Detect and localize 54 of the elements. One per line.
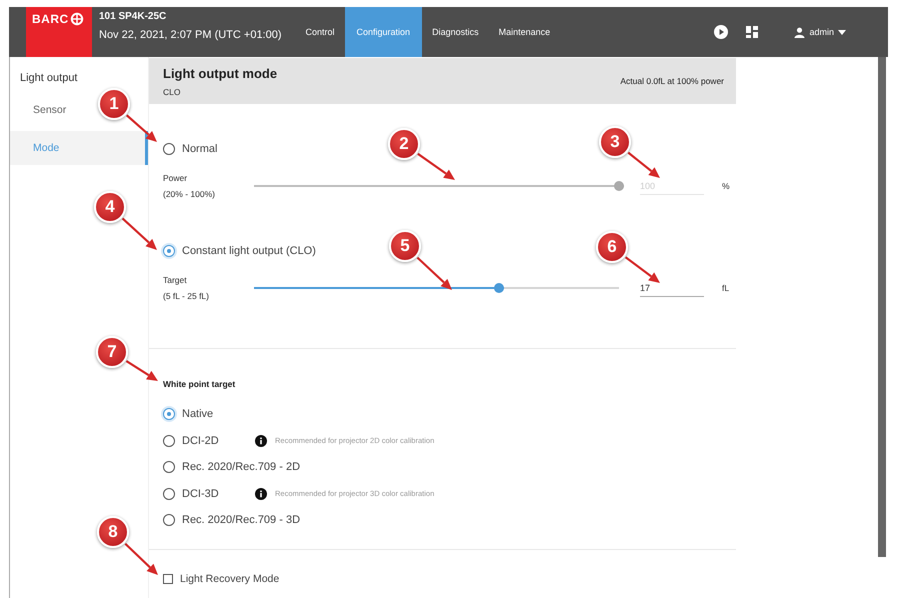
logo-icon — [70, 12, 84, 26]
status-text: Actual 0.0fL at 100% power — [620, 76, 724, 86]
date-time: Nov 22, 2021, 2:07 PM (UTC +01:00) — [99, 28, 282, 42]
caret-icon — [838, 30, 846, 34]
slider-label: Target — [163, 275, 188, 285]
light-recovery-checkbox[interactable]: Light Recovery Mode — [163, 573, 280, 585]
user-menu[interactable]: admin — [788, 26, 852, 38]
sidebar-item[interactable]: Sensor — [33, 93, 66, 127]
panel-title: Light output mode — [163, 66, 278, 80]
radio-button[interactable] — [163, 434, 175, 447]
callout-arrow — [126, 360, 158, 381]
unit-label: fL — [722, 283, 730, 293]
radio-button[interactable] — [163, 245, 175, 257]
scrollbar[interactable] — [878, 57, 886, 557]
callout-arrow — [124, 542, 158, 575]
radio-button[interactable] — [163, 461, 175, 474]
device-name: 101 SP4K-25C — [99, 11, 166, 22]
callout-badge: 8 — [97, 516, 129, 548]
option-radio[interactable]: DCI-3D — [163, 482, 243, 505]
option-radio[interactable]: DCI-2D — [163, 430, 243, 452]
mode-radio[interactable]: Constant light output (CLO) — [163, 240, 316, 262]
callout-arrow — [624, 256, 660, 283]
radio-button[interactable] — [163, 514, 175, 526]
range-text: (20% - 100%) — [163, 189, 216, 199]
checkbox[interactable] — [163, 574, 173, 584]
panel-subtitle: CLO — [163, 86, 182, 96]
user-icon — [794, 26, 806, 38]
sidebar-title: Light output — [19, 71, 78, 86]
brand-logo: BARC — [32, 13, 69, 25]
option-radio[interactable]: Rec. 2020/Rec.709 - 2D — [163, 456, 300, 478]
callout-arrow — [122, 218, 157, 250]
unit-label: % — [722, 181, 730, 191]
option-radio[interactable]: Native — [163, 403, 243, 426]
section-title: White point target — [163, 379, 236, 389]
callout-arrow — [417, 152, 455, 180]
play-icon[interactable] — [714, 25, 728, 39]
option-radio[interactable]: Rec. 2020/Rec.709 - 3D — [163, 509, 300, 532]
callout-arrow — [126, 114, 157, 142]
callout-badge: 4 — [94, 191, 126, 223]
radio-button[interactable] — [163, 488, 175, 500]
range-text: (5 fL - 25 fL) — [163, 291, 210, 301]
nav-tab[interactable]: Maintenance — [488, 7, 560, 57]
callout-arrow — [416, 256, 452, 290]
callout-arrow — [628, 152, 660, 178]
slider-label: Power — [163, 173, 188, 183]
info-icon — [255, 488, 267, 500]
callout-badge: 1 — [98, 88, 130, 120]
nav-tab[interactable]: Diagnostics — [422, 7, 489, 57]
radio-button[interactable] — [163, 408, 175, 420]
dashboard-icon[interactable] — [746, 26, 758, 38]
slider-thumb[interactable] — [494, 283, 504, 293]
callout-badge: 7 — [96, 336, 128, 368]
nav-tab[interactable]: Control — [296, 7, 345, 57]
info-icon — [255, 434, 267, 447]
